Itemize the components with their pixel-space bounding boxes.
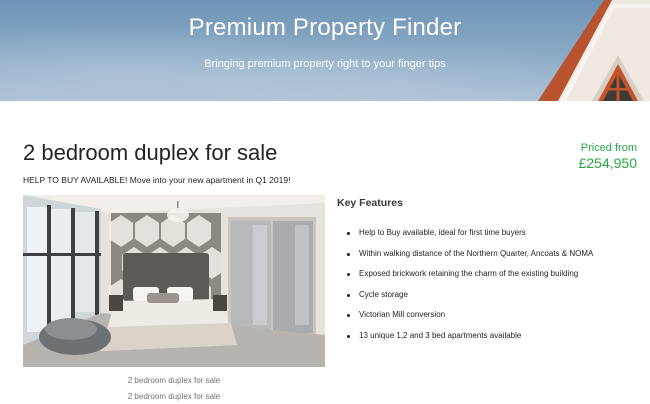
bullet-icon	[347, 334, 350, 338]
listing-title: 2 bedroom duplex for sale	[23, 140, 278, 165]
key-features-heading: Key Features	[337, 197, 403, 209]
hero-subtitle: Bringing premium property right to your …	[204, 58, 446, 70]
bullet-icon	[347, 314, 350, 318]
feature-text: Cycle storage	[359, 289, 408, 299]
feature-item: 13 unique 1,2 and 3 bed apartments avail…	[337, 326, 637, 347]
bullet-icon	[347, 293, 350, 297]
bullet-icon	[347, 273, 350, 277]
feature-item: Victorian Mill conversion	[337, 305, 637, 326]
photo-caption: 2 bedroom duplex for sale	[127, 376, 221, 385]
feature-item: Within walking distance of the Northern …	[337, 244, 637, 265]
hero-title: Premium Property Finder	[188, 14, 462, 41]
feature-item: Cycle storage	[337, 285, 637, 306]
promo-text: HELP TO BUY AVAILABLE! Move into your ne…	[23, 175, 291, 185]
bullet-icon	[347, 252, 350, 256]
property-photo[interactable]	[23, 195, 325, 367]
hero-banner: Premium Property Finder Bringing premium…	[0, 0, 650, 101]
feature-item: Exposed brickwork retaining the charm of…	[337, 264, 637, 285]
feature-text: Exposed brickwork retaining the charm of…	[359, 269, 579, 279]
photo-caption: 2 bedroom duplex for sale	[127, 392, 221, 401]
bullet-icon	[347, 232, 350, 235]
feature-text: Help to Buy available, ideal for first t…	[359, 228, 526, 237]
price-value: £254,950	[578, 155, 637, 171]
feature-text: 13 unique 1,2 and 3 bed apartments avail…	[359, 330, 522, 340]
key-features-list: Help to Buy available, ideal for first t…	[337, 223, 637, 347]
feature-item: Help to Buy available, ideal for first t…	[337, 223, 637, 244]
price-label: Priced from	[580, 142, 637, 154]
feature-text: Within walking distance of the Northern …	[359, 248, 594, 258]
feature-text: Victorian Mill conversion	[359, 310, 446, 320]
